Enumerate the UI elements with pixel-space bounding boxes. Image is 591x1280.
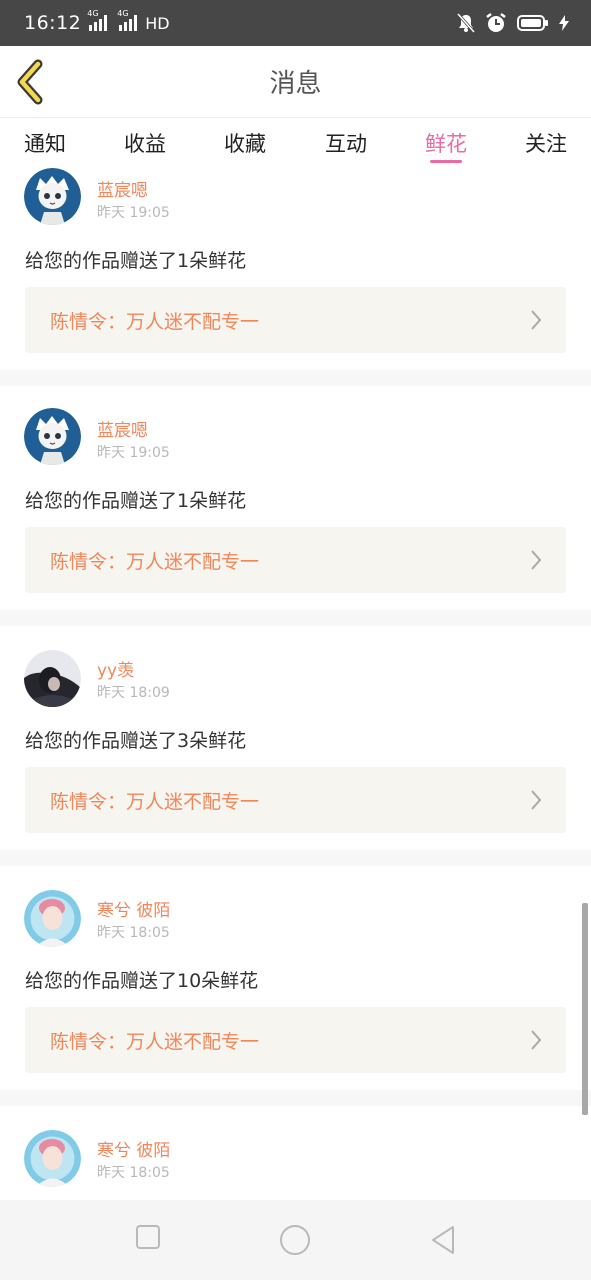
chevron-left-icon: [17, 59, 43, 105]
gift-message: 给您的作品赠送了10朵鲜花: [25, 970, 259, 992]
list-item: 蓝宸嗯 昨天 19:05 给您的作品赠送了1朵鲜花 陈情令：万人迷不配专一: [0, 386, 591, 610]
timestamp: 昨天 19:05: [97, 445, 170, 461]
work-link[interactable]: 陈情令：万人迷不配专一: [25, 527, 566, 593]
tab-flowers[interactable]: 鲜花: [425, 128, 467, 158]
tab-interactions[interactable]: 互动: [325, 128, 367, 158]
anime-avatar[interactable]: [24, 168, 81, 225]
list-item: 蓝宸嗯 昨天 19:05 给您的作品赠送了1朵鲜花 陈情令：万人迷不配专一: [0, 168, 591, 370]
list-item: yy羡 昨天 18:09 给您的作品赠送了3朵鲜花 陈情令：万人迷不配专一: [0, 626, 591, 850]
list-item: 寒兮 彼陌 昨天 18:05 给您的作品赠送了10朵鲜花 陈情令：万人迷不配专一: [0, 866, 591, 1090]
signal-icon: 4G: [117, 9, 138, 31]
username[interactable]: 寒兮 彼陌: [97, 896, 170, 921]
photo-avatar[interactable]: [24, 890, 81, 947]
circle-icon[interactable]: [279, 1224, 311, 1256]
tab-earnings[interactable]: 收益: [124, 128, 166, 158]
chevron-right-icon: [531, 550, 542, 570]
work-title: 陈情令：万人迷不配专一: [50, 551, 260, 573]
timestamp: 昨天 18:05: [97, 1165, 170, 1181]
hd-label: HD: [145, 13, 170, 33]
gift-message: 给您的作品赠送了1朵鲜花: [25, 250, 247, 272]
work-title: 陈情令：万人迷不配专一: [50, 1031, 260, 1053]
charging-icon: [559, 15, 569, 31]
work-title: 陈情令：万人迷不配专一: [50, 311, 260, 333]
active-tab-indicator: [430, 160, 462, 163]
username[interactable]: 寒兮 彼陌: [97, 1136, 170, 1161]
flower-message-list[interactable]: 蓝宸嗯 昨天 19:05 给您的作品赠送了1朵鲜花 陈情令：万人迷不配专一 蓝宸…: [0, 168, 591, 1200]
tab-notifications[interactable]: 通知: [24, 128, 66, 158]
work-title: 陈情令：万人迷不配专一: [50, 791, 260, 813]
list-item: 寒兮 彼陌 昨天 18:05: [0, 1106, 591, 1200]
chevron-right-icon: [531, 310, 542, 330]
page-title: 消息: [269, 69, 322, 99]
scrollbar[interactable]: [582, 903, 588, 1115]
work-link[interactable]: 陈情令：万人迷不配专一: [25, 767, 566, 833]
tab-following[interactable]: 关注: [525, 128, 567, 158]
header: 消息: [0, 46, 591, 118]
back-button[interactable]: [14, 58, 50, 106]
mute-bell-icon: [457, 13, 475, 33]
chevron-right-icon: [531, 790, 542, 810]
gift-message: 给您的作品赠送了1朵鲜花: [25, 490, 247, 512]
username[interactable]: 蓝宸嗯: [97, 416, 148, 441]
battery-icon: [517, 15, 548, 31]
system-nav-bar: [0, 1200, 591, 1280]
timestamp: 昨天 19:05: [97, 205, 170, 221]
chevron-right-icon: [531, 1030, 542, 1050]
status-bar: 16:12 4G 4G HD: [0, 0, 591, 46]
tab-bar: 通知 收益 收藏 互动 鲜花 关注: [0, 118, 591, 168]
username[interactable]: 蓝宸嗯: [97, 176, 148, 201]
timestamp: 昨天 18:09: [97, 685, 170, 701]
square-icon[interactable]: [135, 1224, 161, 1250]
photo-avatar[interactable]: [24, 650, 81, 707]
timestamp: 昨天 18:05: [97, 925, 170, 941]
triangle-back-icon[interactable]: [429, 1224, 457, 1256]
username[interactable]: yy羡: [97, 656, 134, 681]
tab-favorites[interactable]: 收藏: [224, 128, 266, 158]
status-time: 16:12: [24, 12, 82, 34]
anime-avatar[interactable]: [24, 408, 81, 465]
alarm-icon: [486, 13, 506, 32]
signal-icon: 4G: [87, 9, 108, 31]
gift-message: 给您的作品赠送了3朵鲜花: [25, 730, 247, 752]
photo-avatar[interactable]: [24, 1130, 81, 1187]
work-link[interactable]: 陈情令：万人迷不配专一: [25, 1007, 566, 1073]
work-link[interactable]: 陈情令：万人迷不配专一: [25, 287, 566, 353]
